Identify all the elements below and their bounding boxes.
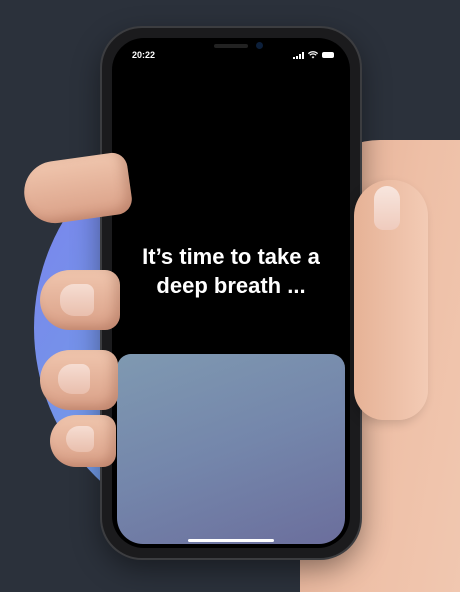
phone-screen: 20:22 It’s time to take a deep breath .. bbox=[112, 38, 350, 548]
home-indicator[interactable] bbox=[188, 539, 274, 542]
breath-prompt-headline: It’s time to take a deep breath ... bbox=[112, 242, 350, 300]
fingernail-3 bbox=[58, 364, 90, 394]
front-camera-icon bbox=[256, 42, 263, 49]
wifi-icon bbox=[308, 51, 318, 59]
headline-line-2: deep breath ... bbox=[156, 273, 306, 298]
signal-icon bbox=[293, 51, 304, 59]
status-icons bbox=[293, 51, 334, 59]
fingernail-2 bbox=[60, 284, 94, 316]
headline-line-1: It’s time to take a bbox=[142, 244, 320, 269]
fingernail-4 bbox=[66, 426, 94, 452]
battery-icon bbox=[322, 52, 334, 58]
thumb-nail bbox=[374, 186, 400, 230]
breathing-animation-panel[interactable] bbox=[117, 354, 345, 544]
status-time: 20:22 bbox=[132, 50, 156, 60]
phone-device: 20:22 It’s time to take a deep breath .. bbox=[102, 28, 360, 558]
scene: 20:22 It’s time to take a deep breath .. bbox=[0, 0, 460, 592]
speaker-grille bbox=[214, 44, 248, 48]
